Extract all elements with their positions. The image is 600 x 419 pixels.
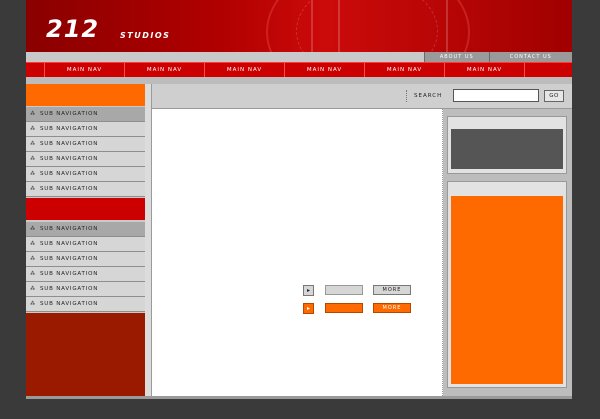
sidebar-item-label: SUB NAVIGATION bbox=[40, 271, 99, 277]
search-divider bbox=[406, 90, 408, 102]
main-nav-item[interactable]: MAIN NAV bbox=[205, 63, 285, 77]
content-link-placeholder[interactable] bbox=[325, 303, 363, 313]
sidebar-item-label: SUB NAVIGATION bbox=[40, 186, 99, 192]
bullet-icon: ⁂ bbox=[30, 126, 36, 132]
sidebar-item-label: SUB NAVIGATION bbox=[40, 256, 99, 262]
arrow-icon[interactable]: ▸ bbox=[303, 303, 314, 314]
bullet-icon: ⁂ bbox=[30, 141, 36, 147]
sidebar-item[interactable]: ⁂ SUB NAVIGATION bbox=[26, 267, 145, 282]
sidebar-item-label: SUB NAVIGATION bbox=[40, 286, 99, 292]
bullet-icon: ⁂ bbox=[30, 241, 36, 247]
main-nav-item[interactable]: MAIN NAV bbox=[285, 63, 365, 77]
header-decoration bbox=[446, 0, 448, 52]
sidebar-item[interactable]: ⁂ SUB NAVIGATION bbox=[26, 237, 145, 252]
toplinks-spacer bbox=[26, 52, 424, 62]
bullet-icon: ⁂ bbox=[30, 301, 36, 307]
main-content bbox=[152, 109, 442, 396]
main-nav-item[interactable]: MAIN NAV bbox=[125, 63, 205, 77]
sidebar-item[interactable]: ⁂ SUB NAVIGATION bbox=[26, 122, 145, 137]
search-go-button[interactable]: GO bbox=[544, 90, 564, 102]
header-banner bbox=[26, 0, 572, 52]
right-panel-bottom-content bbox=[451, 196, 563, 384]
sidebar-item-label: SUB NAVIGATION bbox=[40, 171, 99, 177]
search-label: SEARCH bbox=[414, 93, 443, 99]
sidebar-item-label: SUB NAVIGATION bbox=[40, 141, 99, 147]
logo-text: STUDIOS bbox=[120, 31, 171, 40]
arrow-icon[interactable]: ▸ bbox=[303, 285, 314, 296]
sidebar-item[interactable]: ⁂ SUB NAVIGATION bbox=[26, 282, 145, 297]
bullet-icon: ⁂ bbox=[30, 286, 36, 292]
sidebar-item[interactable]: ⁂ SUB NAVIGATION bbox=[26, 182, 145, 197]
sidebar-divider bbox=[145, 84, 152, 396]
right-panel-top-content bbox=[451, 129, 563, 169]
main-nav-lead bbox=[26, 63, 45, 77]
more-button[interactable]: MORE bbox=[373, 285, 411, 295]
sidebar-item-label: SUB NAVIGATION bbox=[40, 226, 99, 232]
sidebar: ⁂ SUB NAVIGATION ⁂ SUB NAVIGATION ⁂ SUB NAV… bbox=[26, 84, 145, 396]
bullet-icon: ⁂ bbox=[30, 271, 36, 277]
header-decoration bbox=[296, 0, 438, 52]
sidebar-item[interactable]: ⁂ SUB NAVIGATION bbox=[26, 137, 145, 152]
sidebar-feature-block bbox=[26, 313, 145, 396]
sidebar-item-label: SUB NAVIGATION bbox=[40, 126, 99, 132]
bullet-icon: ⁂ bbox=[30, 256, 36, 262]
header-decoration bbox=[311, 0, 313, 52]
top-links: ABOUT US CONTACT US bbox=[424, 52, 572, 62]
sidebar-section-block bbox=[26, 198, 145, 220]
nav-divider-strip bbox=[26, 77, 572, 84]
main-nav-item[interactable]: MAIN NAV bbox=[45, 63, 125, 77]
sidebar-item[interactable]: ⁂ SUB NAVIGATION bbox=[26, 252, 145, 267]
sidebar-item[interactable]: ⁂ SUB NAVIGATION bbox=[26, 297, 145, 312]
bullet-icon: ⁂ bbox=[30, 186, 36, 192]
bullet-icon: ⁂ bbox=[30, 111, 36, 117]
logo-number[interactable]: 212 bbox=[46, 17, 99, 41]
sidebar-item-label: SUB NAVIGATION bbox=[40, 156, 99, 162]
sidebar-item[interactable]: ⁂ SUB NAVIGATION bbox=[26, 222, 145, 237]
search-bar: SEARCH GO bbox=[152, 84, 572, 109]
about-us-link[interactable]: ABOUT US bbox=[424, 52, 489, 62]
more-button[interactable]: MORE bbox=[373, 303, 411, 313]
sidebar-item-label: SUB NAVIGATION bbox=[40, 301, 99, 307]
sidebar-item-label: SUB NAVIGATION bbox=[40, 241, 99, 247]
sidebar-item-label: SUB NAVIGATION bbox=[40, 111, 99, 117]
right-panel-bottom bbox=[447, 181, 567, 388]
bullet-icon: ⁂ bbox=[30, 156, 36, 162]
contact-us-link[interactable]: CONTACT US bbox=[488, 52, 572, 62]
main-nav-item[interactable]: MAIN NAV bbox=[445, 63, 525, 77]
bullet-icon: ⁂ bbox=[30, 171, 36, 177]
sidebar-item[interactable]: ⁂ SUB NAVIGATION bbox=[26, 167, 145, 182]
main-nav-item[interactable]: MAIN NAV bbox=[365, 63, 445, 77]
search-input[interactable] bbox=[453, 89, 539, 102]
sidebar-header-block bbox=[26, 84, 145, 106]
header-decoration bbox=[338, 0, 340, 52]
bullet-icon: ⁂ bbox=[30, 226, 36, 232]
sidebar-item[interactable]: ⁂ SUB NAVIGATION bbox=[26, 152, 145, 167]
right-panel-top bbox=[447, 116, 567, 174]
sidebar-item[interactable]: ⁂ SUB NAVIGATION bbox=[26, 107, 145, 122]
main-nav: MAIN NAV MAIN NAV MAIN NAV MAIN NAV MAIN… bbox=[26, 62, 572, 78]
content-link-placeholder[interactable] bbox=[325, 285, 363, 295]
